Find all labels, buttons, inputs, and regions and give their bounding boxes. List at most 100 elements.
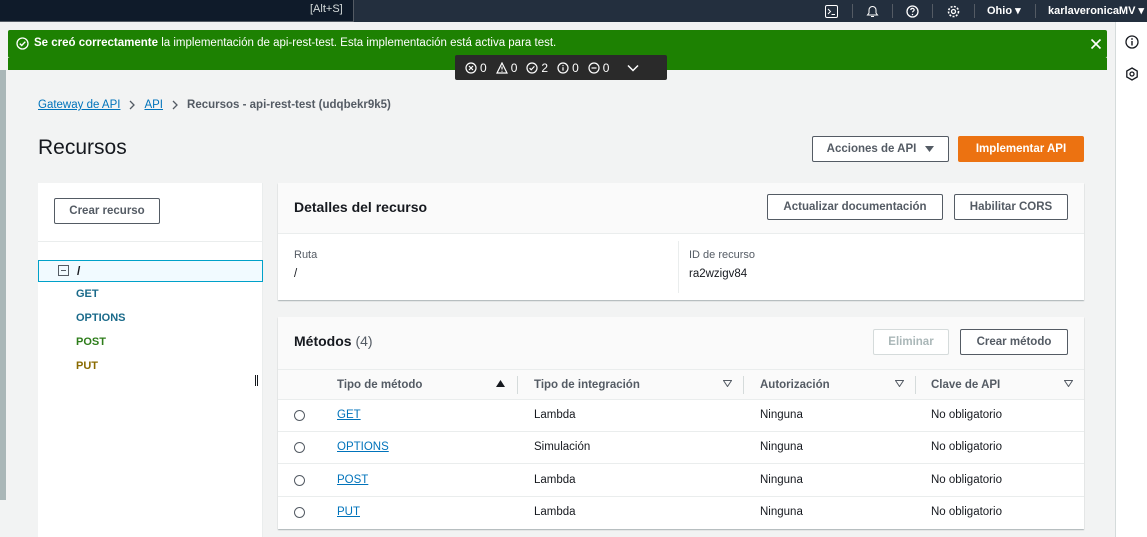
settings-hex-icon[interactable] [1125, 67, 1139, 81]
info-icon[interactable] [1125, 35, 1139, 49]
methods-header: Métodos (4) Eliminar Crear método [278, 317, 1084, 369]
help-icon[interactable] [903, 2, 921, 20]
create-method-button[interactable]: Crear método [960, 329, 1068, 355]
authorization-cell: Ninguna [760, 441, 803, 453]
close-icon[interactable] [1088, 36, 1104, 52]
resource-details-header: Detalles del recurso Actualizar document… [278, 183, 1084, 234]
deploy-api-button[interactable]: Implementar API [958, 136, 1084, 162]
column-separator[interactable] [517, 376, 518, 394]
nav-divider [892, 4, 893, 18]
search-bar[interactable] [0, 0, 354, 22]
api-key-cell: No obligatorio [931, 409, 1002, 421]
warnings-counter[interactable]: 0 [495, 60, 518, 75]
notifications-bell-icon[interactable] [863, 2, 881, 20]
integration-cell: Simulación [534, 441, 591, 453]
passed-count: 2 [541, 60, 549, 75]
chevron-down-icon[interactable] [626, 63, 640, 73]
region-selector[interactable]: Ohio ▾ [987, 4, 1021, 17]
delete-method-button[interactable]: Eliminar [873, 329, 949, 355]
resource-id-value: ra2wzigv84 [689, 268, 748, 280]
errors-counter[interactable]: 0 [465, 61, 487, 75]
authorization-cell: Ninguna [760, 506, 803, 518]
left-edge-scrollbar[interactable] [0, 70, 6, 500]
right-utility-panel [1115, 22, 1147, 537]
method-link[interactable]: OPTIONS [337, 441, 389, 453]
flash-message: Se creó correctamente la implementación … [34, 37, 556, 49]
nav-divider [1035, 4, 1036, 18]
resource-details-title: Detalles del recurso [294, 199, 428, 215]
sort-icon[interactable] [895, 380, 904, 387]
info-circle-icon [557, 61, 569, 74]
column-separator[interactable] [915, 376, 916, 394]
success-check-icon [16, 37, 29, 53]
sort-ascending-icon[interactable] [496, 380, 505, 387]
tree-method-put[interactable]: PUT [76, 360, 98, 372]
methods-count: (4) [355, 333, 373, 349]
breadcrumb-gateway[interactable]: Gateway de API [38, 99, 120, 111]
method-link[interactable]: GET [337, 409, 361, 421]
sort-icon[interactable] [1064, 380, 1073, 387]
col-integration-type[interactable]: Tipo de integración [534, 379, 640, 391]
dev-status-toolbar: 0 0 2 0 0 [455, 55, 667, 80]
minus-circle-icon [588, 61, 600, 74]
settings-gear-icon[interactable] [944, 2, 962, 20]
authorization-cell: Ninguna [760, 409, 803, 421]
check-circle-icon [526, 61, 538, 74]
col-api-key[interactable]: Clave de API [931, 379, 1000, 391]
panel-divider [38, 241, 263, 242]
column-divider [678, 241, 679, 293]
warnings-count: 0 [510, 60, 518, 75]
resource-tree-panel: Crear recurso / GET OPTIONS POST PUT [38, 183, 263, 537]
chevron-right-icon [130, 100, 136, 110]
breadcrumb-api[interactable]: API [144, 99, 163, 111]
tree-method-post[interactable]: POST [76, 336, 106, 348]
row-select-radio[interactable] [294, 475, 305, 486]
api-actions-label: Acciones de API [826, 143, 917, 155]
account-menu[interactable]: karlaveronicaMV ▾ [1048, 4, 1144, 17]
flash-message-text: la implementación de api-rest-test. Esta… [158, 37, 557, 49]
integration-cell: Lambda [534, 409, 576, 421]
enable-cors-button[interactable]: Habilitar CORS [954, 194, 1068, 220]
create-resource-button[interactable]: Crear recurso [54, 198, 160, 224]
nav-divider [974, 4, 975, 18]
path-value: / [294, 268, 298, 280]
flash-message-bold: Se creó correctamente [34, 37, 159, 49]
info-count: 0 [572, 60, 579, 75]
col-method-type[interactable]: Tipo de método [337, 379, 422, 391]
muted-count: 0 [602, 60, 610, 75]
breadcrumb-current: Recursos - api-rest-test (udqbekr9k5) [187, 99, 391, 111]
tree-method-get[interactable]: GET [76, 288, 99, 300]
table-row: POST Lambda Ninguna No obligatorio [278, 465, 1084, 497]
passed-counter[interactable]: 2 [526, 61, 548, 75]
warning-triangle-icon [495, 61, 508, 74]
info-counter[interactable]: 0 [557, 61, 579, 75]
tree-root-node[interactable]: / [38, 260, 263, 282]
breadcrumb: Gateway de API API Recursos - api-rest-t… [38, 99, 391, 111]
root-path-label: / [77, 264, 81, 278]
nav-divider [852, 4, 853, 18]
table-row: OPTIONS Simulación Ninguna No obligatori… [278, 432, 1084, 464]
api-key-cell: No obligatorio [931, 441, 1002, 453]
search-shortcut-hint: [Alt+S] [310, 3, 343, 15]
method-link[interactable]: POST [337, 474, 368, 486]
column-separator[interactable] [743, 376, 744, 394]
api-actions-button[interactable]: Acciones de API [812, 136, 949, 162]
caret-down-icon [925, 146, 935, 152]
col-authorization[interactable]: Autorización [760, 379, 830, 391]
tree-method-options[interactable]: OPTIONS [76, 312, 126, 324]
row-select-radio[interactable] [294, 410, 305, 421]
update-documentation-button[interactable]: Actualizar documentación [767, 194, 943, 220]
collapse-minus-icon[interactable] [58, 265, 69, 276]
path-label: Ruta [294, 249, 318, 261]
row-select-radio[interactable] [294, 442, 305, 453]
table-row: GET Lambda Ninguna No obligatorio [278, 400, 1084, 432]
authorization-cell: Ninguna [760, 474, 803, 486]
cloudshell-icon[interactable] [822, 2, 840, 20]
page-title: Recursos [38, 136, 127, 159]
panel-resize-handle[interactable] [255, 375, 258, 386]
sort-icon[interactable] [723, 380, 732, 387]
method-link[interactable]: PUT [337, 506, 360, 518]
integration-cell: Lambda [534, 474, 576, 486]
muted-counter[interactable]: 0 [588, 60, 610, 75]
row-select-radio[interactable] [294, 507, 305, 518]
